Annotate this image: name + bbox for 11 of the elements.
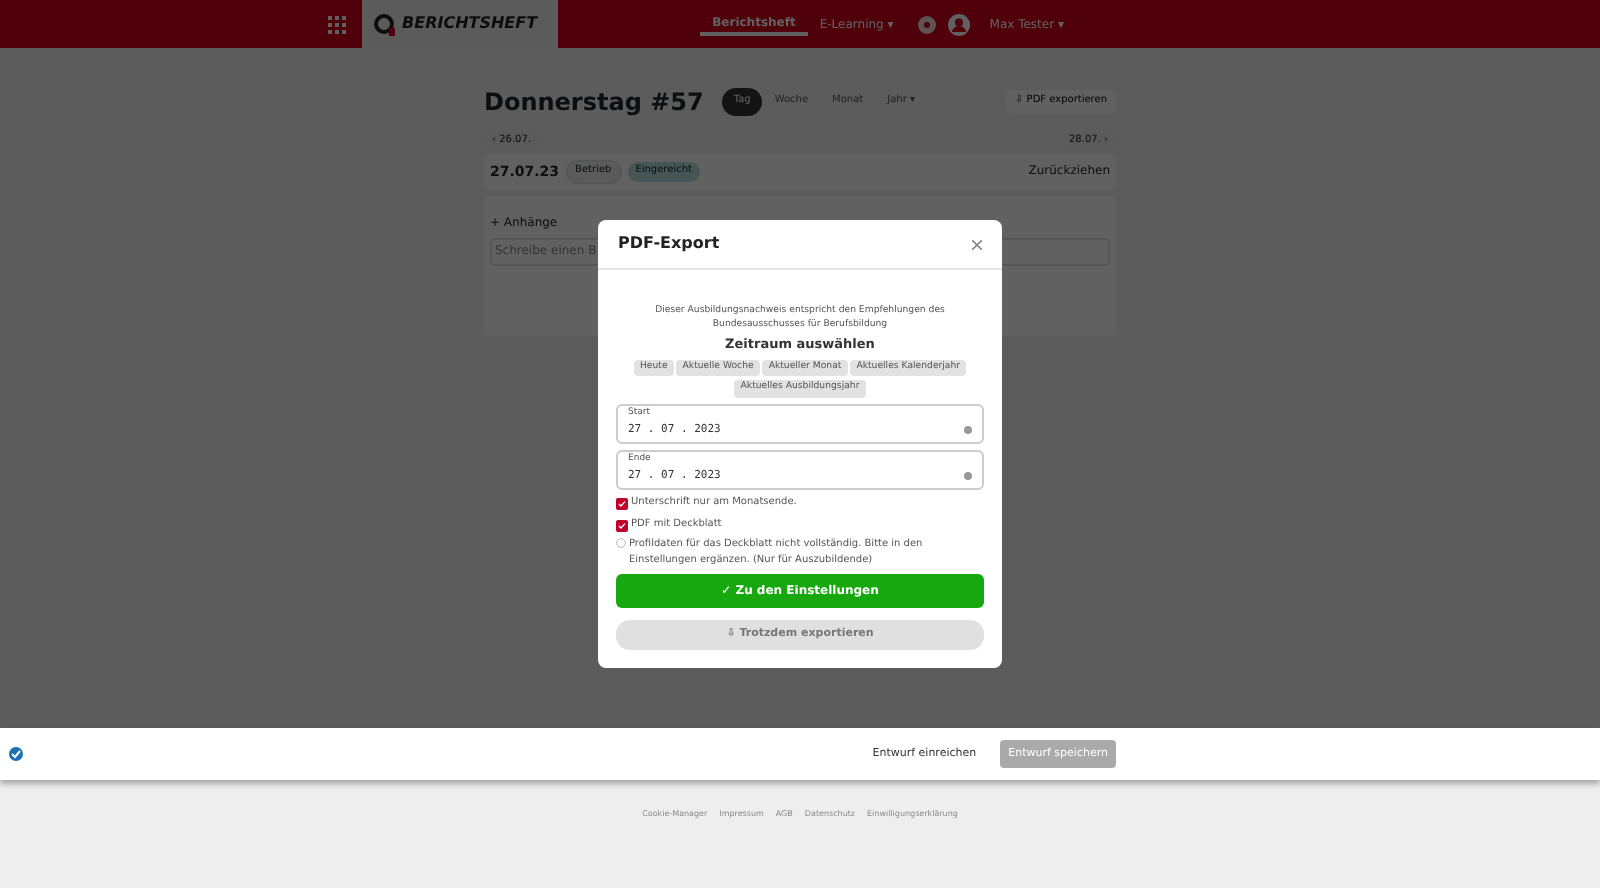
checkbox[interactable] — [616, 519, 628, 532]
close-icon[interactable] — [972, 239, 982, 249]
dialog-title: PDF-Export — [618, 232, 720, 256]
settings-icon[interactable] — [917, 15, 936, 33]
logo-icon — [374, 13, 396, 35]
info-icon — [616, 538, 626, 549]
verified-badge-icon[interactable] — [8, 746, 24, 762]
app-grid-icon[interactable] — [328, 15, 346, 33]
page-title: Donnerstag #57 — [484, 86, 704, 120]
avatar-icon[interactable] — [947, 13, 970, 35]
checkbox[interactable] — [616, 498, 628, 511]
